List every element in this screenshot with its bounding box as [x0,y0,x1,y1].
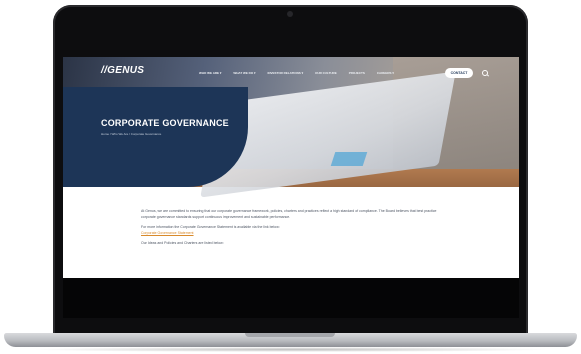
laptop-base-notch [245,333,335,337]
screen-lower-bezel [63,278,519,318]
statement-paragraph: For more information the Corporate Gover… [141,225,441,236]
contact-button[interactable]: CONTACT [445,68,473,78]
nav-item-projects[interactable]: PROJECTS [349,71,365,75]
main-content: At Genus, we are committed to ensuring t… [141,209,441,252]
hero-title-panel [63,87,248,187]
nav-item-our-culture[interactable]: OUR CULTURE [315,71,337,75]
breadcrumb[interactable]: Home / Who We Are / Corporate Governance [101,132,161,136]
search-icon[interactable] [482,70,488,76]
nav-item-what-we-do[interactable]: WHAT WE DO ▾ [233,71,255,75]
nav-item-investor-relations[interactable]: INVESTOR RELATIONS ▾ [268,71,304,75]
laptop-screen: CORPORATE GOVERNANCE Home / Who We Are /… [63,57,519,278]
webcam-icon [287,11,293,17]
main-nav: WHO WE ARE ▾ WHAT WE DO ▾ INVESTOR RELAT… [199,71,394,75]
statement-text: For more information the Corporate Gover… [141,225,280,229]
intro-paragraph: At Genus, we are committed to ensuring t… [141,209,437,219]
laptop-shadow [30,347,551,352]
site-navbar: //GENUS WHO WE ARE ▾ WHAT WE DO ▾ INVEST… [63,57,519,79]
laptop-mockup: CORPORATE GOVERNANCE Home / Who We Are /… [0,0,581,354]
policies-paragraph: Our Ideas and Policies and Charters are … [141,241,224,245]
hero-photo-chart [330,152,368,166]
governance-statement-link[interactable]: Corporate Governance Statement [141,231,194,235]
nav-item-who-we-are[interactable]: WHO WE ARE ▾ [199,71,221,75]
genus-logo[interactable]: //GENUS [101,65,144,76]
nav-item-careers[interactable]: CAREERS ▾ [377,71,394,75]
page-title: CORPORATE GOVERNANCE [101,118,229,128]
